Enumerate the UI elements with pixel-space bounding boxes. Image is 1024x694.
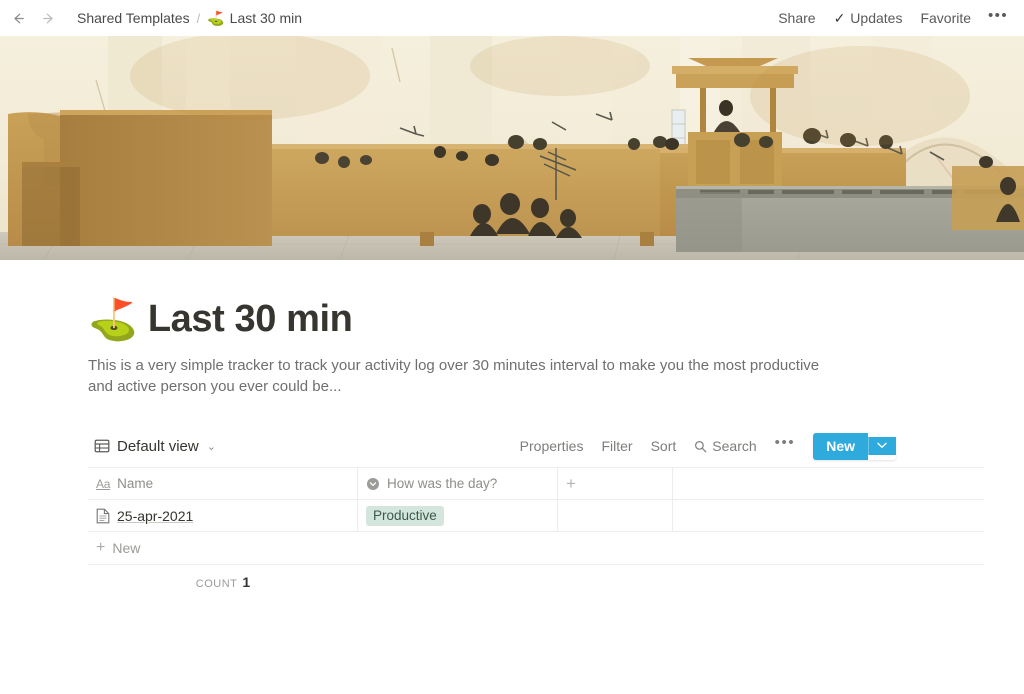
search-button[interactable]: Search (686, 434, 764, 458)
filter-button[interactable]: Filter (593, 434, 640, 458)
view-tab-default[interactable]: Default view ⌄ (88, 435, 222, 458)
new-button-group: New (813, 432, 896, 460)
cell-filler (673, 500, 984, 531)
page-body: ⛳ Last 30 min This is a very simple trac… (0, 298, 1024, 599)
database-more-icon[interactable]: ••• (767, 435, 804, 452)
page-title[interactable]: Last 30 min (148, 298, 353, 341)
column-header-name[interactable]: Aa Name (88, 468, 358, 499)
count-summary[interactable]: Count 1 (88, 574, 358, 590)
cell-name[interactable]: 25-apr-2021 (88, 500, 358, 531)
database-toolbar-actions: Properties Filter Sort Search ••• New (512, 432, 896, 460)
plus-icon: + (96, 539, 106, 556)
database-table: Aa Name How was the day? + 25-apr-2021 P… (88, 467, 984, 599)
cell-how-was-the-day[interactable]: Productive (358, 500, 558, 531)
more-options-icon[interactable]: ••• (982, 8, 1014, 27)
row-open-link[interactable]: 25-apr-2021 (96, 508, 193, 524)
database-toolbar: Default view ⌄ Properties Filter Sort Se… (88, 429, 984, 463)
sort-button[interactable]: Sort (643, 434, 685, 458)
breadcrumb-item-parent[interactable]: Shared Templates (73, 9, 194, 27)
top-bar: Shared Templates / ⛳ Last 30 min Share ✓… (0, 0, 1024, 36)
sort-label: Sort (650, 438, 677, 454)
updates-label: Updates (850, 10, 903, 26)
text-property-icon: Aa (96, 476, 111, 491)
add-column-button[interactable]: + (558, 468, 673, 499)
new-row-button[interactable]: + New (88, 532, 984, 565)
breadcrumb-current-label: Last 30 min (229, 10, 303, 26)
view-tab-label: Default view (117, 437, 199, 455)
breadcrumb-separator: / (196, 10, 201, 26)
search-label: Search (712, 438, 757, 454)
share-label: Share (778, 10, 816, 26)
page-description[interactable]: This is a very simple tracker to track y… (88, 355, 840, 397)
new-row-label: New (112, 540, 141, 556)
column-header-select-label: How was the day? (387, 476, 498, 491)
arrow-left-icon[interactable] (10, 10, 27, 27)
page-title-row: ⛳ Last 30 min (88, 298, 984, 341)
search-icon (694, 440, 707, 453)
favorite-label: Favorite (920, 10, 972, 26)
column-header-how-was-the-day[interactable]: How was the day? (358, 468, 558, 499)
new-button-dropdown-caret[interactable] (868, 437, 896, 455)
chevron-down-icon: ⌄ (206, 440, 216, 453)
status-badge: Productive (366, 505, 444, 526)
favorite-button[interactable]: Favorite (913, 7, 978, 29)
column-header-name-label: Name (117, 476, 154, 491)
breadcrumb-item-current[interactable]: ⛳ Last 30 min (203, 9, 306, 27)
top-bar-actions: Share ✓ Updates Favorite ••• (771, 0, 1014, 36)
filter-label: Filter (601, 438, 633, 454)
arrow-right-icon[interactable] (40, 10, 57, 27)
check-icon: ✓ (833, 9, 846, 26)
cell-empty-add-column (558, 500, 673, 531)
page-document-icon (96, 508, 110, 524)
row-name-label: 25-apr-2021 (117, 507, 194, 524)
table-grid-icon (94, 438, 110, 454)
navigation-arrows (10, 10, 57, 27)
page-content: ⛳ Last 30 min This is a very simple trac… (0, 298, 1024, 599)
count-value: 1 (242, 574, 251, 590)
table-header-row: Aa Name How was the day? + (88, 468, 984, 500)
count-label: Count (195, 578, 238, 590)
golf-flag-icon[interactable]: ⛳ (88, 300, 138, 340)
properties-label: Properties (519, 438, 584, 454)
golf-flag-icon: ⛳ (207, 10, 225, 26)
header-filler (673, 468, 984, 499)
new-button[interactable]: New (813, 432, 868, 460)
share-button[interactable]: Share (771, 7, 822, 29)
updates-button[interactable]: ✓ Updates (827, 7, 910, 30)
properties-button[interactable]: Properties (512, 434, 592, 458)
table-row[interactable]: 25-apr-2021 Productive (88, 500, 984, 532)
page-cover-image[interactable] (0, 36, 1024, 260)
breadcrumb: Shared Templates / ⛳ Last 30 min (73, 9, 306, 27)
select-property-icon (366, 477, 380, 491)
table-footer: Count 1 (88, 565, 984, 599)
